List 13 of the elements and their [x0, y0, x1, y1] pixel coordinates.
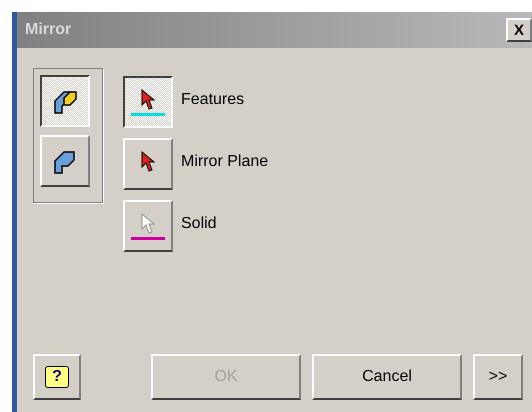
selector-label: Features [181, 90, 244, 110]
select-button[interactable] [123, 76, 173, 128]
selector-label: Mirror Plane [181, 152, 268, 172]
help-button[interactable]: ? [33, 354, 81, 400]
window-title: Mirror [25, 20, 72, 40]
dialog-button[interactable]: >> [473, 354, 523, 400]
dialog-button[interactable]: Cancel [312, 354, 462, 400]
cursor-icon [141, 88, 155, 110]
cursor-icon [141, 212, 155, 234]
close-button[interactable]: X [506, 18, 532, 42]
selector-label: Solid [181, 214, 217, 234]
mode-button[interactable] [40, 75, 90, 127]
cursor-icon [141, 150, 155, 172]
